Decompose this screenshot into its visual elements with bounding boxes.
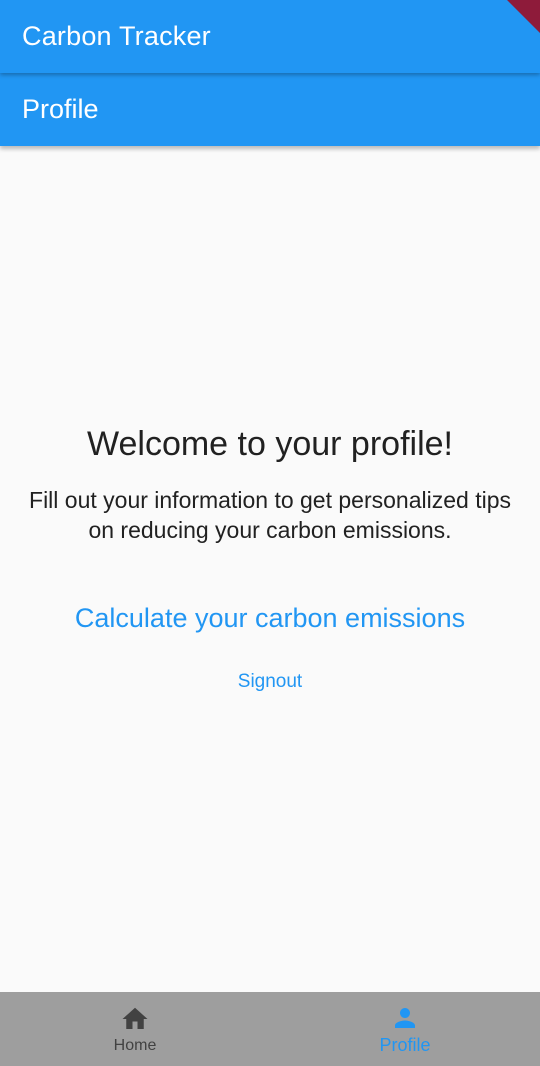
bottom-navigation: Home Profile <box>0 992 540 1066</box>
debug-banner <box>479 0 540 41</box>
nav-label-home: Home <box>113 1037 157 1054</box>
welcome-heading: Welcome to your profile! <box>87 425 453 463</box>
app-screen: Carbon Tracker Profile Welcome to your p… <box>0 0 540 1066</box>
calculate-emissions-button[interactable]: Calculate your carbon emissions <box>20 600 520 636</box>
person-icon <box>395 1008 415 1028</box>
nav-label-profile: Profile <box>379 1035 431 1055</box>
profile-content: Welcome to your profile! Fill out your i… <box>0 146 540 992</box>
page-title: Profile <box>22 94 99 124</box>
signout-button[interactable]: Signout <box>200 668 340 696</box>
nav-item-home[interactable]: Home <box>0 992 270 1066</box>
app-bar: Carbon Tracker <box>0 0 540 73</box>
app-title: Carbon Tracker <box>22 21 211 51</box>
profile-description: Fill out your information to get persona… <box>29 487 511 543</box>
nav-item-profile[interactable]: Profile <box>270 992 540 1066</box>
home-icon <box>122 1007 148 1029</box>
